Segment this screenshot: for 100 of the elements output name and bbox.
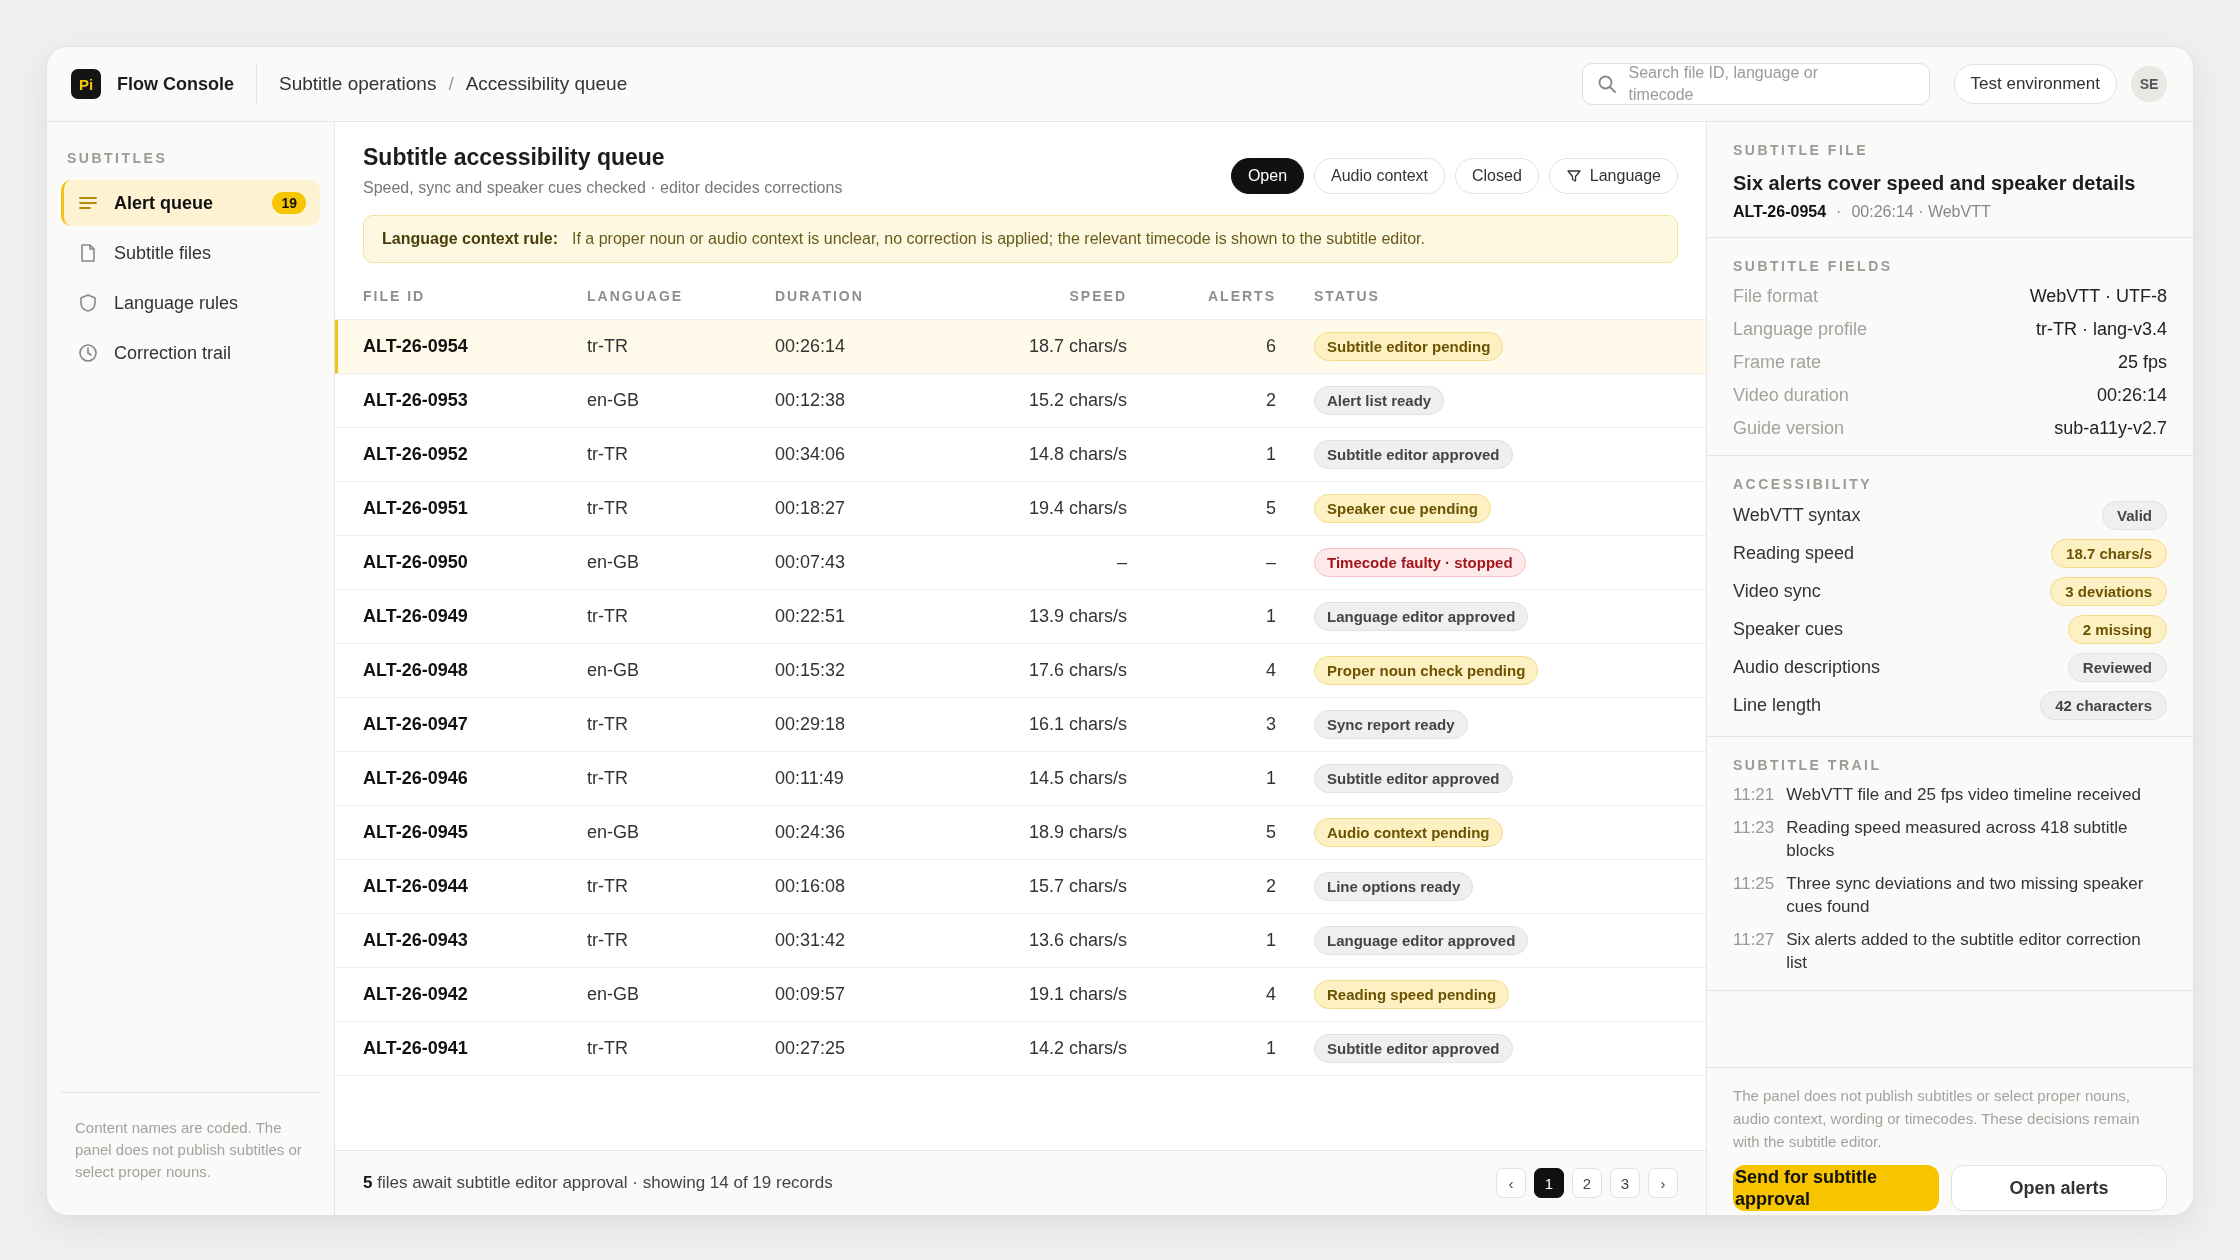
status-badge: Subtitle editor pending	[1314, 332, 1504, 361]
table-row[interactable]: ALT-26-0949 tr-TR 00:22:51 13.9 chars/s 1 Language editor approved	[335, 590, 1706, 644]
breadcrumb-separator: /	[448, 73, 454, 95]
next-page-button[interactable]: ›	[1648, 1168, 1678, 1198]
filter-button[interactable]: Language	[1548, 158, 1678, 194]
check-badge: 2 missing	[2067, 615, 2167, 644]
field-value: tr-TR · lang-v3.4	[2035, 319, 2167, 340]
table-cell-text: 00:22:51	[775, 606, 847, 627]
table-cell-text: 18.7 chars/s	[1027, 336, 1127, 357]
status-badge: Timecode faulty · stopped	[1314, 548, 1526, 577]
table-row[interactable]: ALT-26-0945 en-GB 00:24:36 18.9 chars/s 5 Audio context pending	[335, 806, 1706, 860]
table-row[interactable]: ALT-26-0953 en-GB 00:12:38 15.2 chars/s 2 Alert list ready	[335, 374, 1706, 428]
table-cell-text: 4	[1265, 984, 1276, 1005]
table-cell-text: 00:18:27	[775, 498, 847, 519]
table-cell-text: 00:12:38	[775, 390, 847, 411]
column-header: ALERTS	[1207, 288, 1276, 304]
rule-text: If a proper noun or audio context is unclear, no correction is applied; the relevant timecode is shown to the subtitle editor.	[572, 230, 1425, 248]
panel-note: The panel does not publish subtitles or select proper nouns, audio context, wording or timecodes. These decisions remain with the subtitle editor.	[1733, 1086, 2141, 1152]
table-row[interactable]: ALT-26-0948 en-GB 00:15:32 17.6 chars/s 4 Proper noun check pending	[335, 644, 1706, 698]
page-button[interactable]: 2	[1572, 1168, 1602, 1198]
breadcrumb-link[interactable]: Subtitle operations	[279, 73, 437, 95]
table-cell-text: 1	[1265, 444, 1276, 465]
status-badge: Sync report ready	[1314, 710, 1468, 739]
table-row[interactable]: ALT-26-0946 tr-TR 00:11:49 14.5 chars/s 1 Subtitle editor approved	[335, 752, 1706, 806]
queue-title: Subtitle accessibility queue	[363, 144, 666, 171]
table-row[interactable]: ALT-26-0943 tr-TR 00:31:42 13.6 chars/s 1 Language editor approved	[335, 914, 1706, 968]
column-header: DURATION	[775, 288, 865, 304]
file-id: ALT-26-0954	[1733, 203, 1827, 221]
filter-chip[interactable]: Audio context	[1314, 158, 1445, 194]
table-row[interactable]: ALT-26-0952 tr-TR 00:34:06 14.8 chars/s 1 Subtitle editor approved	[335, 428, 1706, 482]
table-cell-text: 15.7 chars/s	[1027, 876, 1127, 897]
table-cell-text: ALT-26-0951	[363, 498, 469, 519]
table-cell-text: ALT-26-0950	[363, 552, 469, 573]
document-icon	[78, 243, 98, 263]
table-row[interactable]: ALT-26-0954 tr-TR 00:26:14 18.7 chars/s 6 Subtitle editor pending	[335, 320, 1706, 374]
table-row[interactable]: ALT-26-0947 tr-TR 00:29:18 16.1 chars/s 3 Sync report ready	[335, 698, 1706, 752]
environment-button[interactable]: Test environment	[1953, 64, 2117, 104]
clock-icon	[78, 343, 98, 363]
section-heading: SUBTITLES	[66, 150, 169, 168]
table-cell-text: ALT-26-0947	[363, 714, 469, 735]
check-badge: 42 characters	[2040, 691, 2167, 720]
table-cell-text: 4	[1265, 660, 1276, 681]
table-row[interactable]: ALT-26-0951 tr-TR 00:18:27 19.4 chars/s 5 Speaker cue pending	[335, 482, 1706, 536]
table-cell-text: 16.1 chars/s	[1027, 714, 1127, 735]
app-name: Flow Console	[117, 73, 234, 95]
table-row[interactable]: ALT-26-0950 en-GB 00:07:43 – – Timecode faulty · stopped	[335, 536, 1706, 590]
table-cell-text: en-GB	[587, 552, 641, 573]
table-cell-text: –	[1116, 552, 1127, 573]
sidebar-item[interactable]: Subtitle files	[61, 230, 320, 276]
trail-time: 11:25	[1733, 873, 1775, 895]
status-badge: Audio context pending	[1314, 818, 1503, 847]
status-badge: Alert list ready	[1314, 386, 1445, 415]
sidebar-item[interactable]: Alert queue 19	[61, 180, 320, 226]
shield-icon	[78, 293, 98, 313]
table-cell-text: 1	[1265, 768, 1276, 789]
page-button[interactable]: 3	[1610, 1168, 1640, 1198]
table-cell-text: 15.2 chars/s	[1027, 390, 1127, 411]
filter-chip[interactable]: Open	[1230, 158, 1305, 194]
section-heading: ACCESSIBILITY	[1733, 476, 1874, 492]
table-cell-text: 18.9 chars/s	[1027, 822, 1127, 843]
table-cell-text: 00:11:49	[775, 768, 845, 789]
table-cell-text: ALT-26-0945	[363, 822, 469, 843]
filter-chip[interactable]: Closed	[1455, 158, 1539, 194]
sidebar-item[interactable]: Language rules	[61, 280, 320, 326]
table-cell-text: ALT-26-0954	[363, 336, 469, 357]
table-cell-text: 00:27:25	[775, 1038, 847, 1059]
table-row[interactable]: ALT-26-0942 en-GB 00:09:57 19.1 chars/s 4 Reading speed pending	[335, 968, 1706, 1022]
trail-entry: Six alerts added to the subtitle editor correction list	[1786, 929, 2142, 974]
status-badge: Proper noun check pending	[1314, 656, 1539, 685]
trail-time: 11:27	[1733, 929, 1775, 951]
search-field[interactable]: Search file ID, language or timecode	[1581, 63, 1930, 105]
field-label: Video duration	[1733, 385, 1849, 406]
trail-entry: Three sync deviations and two missing speaker cues found	[1786, 873, 2145, 918]
previous-page-button[interactable]: ‹	[1496, 1168, 1526, 1198]
check-label: WebVTT syntax	[1733, 505, 1861, 526]
sidebar-item[interactable]: Correction trail	[61, 330, 320, 376]
table-cell-text: tr-TR	[587, 876, 629, 897]
table-cell-text: 19.4 chars/s	[1027, 498, 1127, 519]
table-cell-text: ALT-26-0949	[363, 606, 469, 627]
field-value: 25 fps	[2117, 352, 2167, 373]
page-button[interactable]: 1	[1534, 1168, 1564, 1198]
status-badge: Subtitle editor approved	[1314, 1034, 1513, 1063]
user-avatar[interactable]: SE	[2131, 66, 2167, 102]
table-cell-text: 13.6 chars/s	[1027, 930, 1127, 951]
send-approval-button[interactable]: Send for subtitle approval	[1733, 1165, 1939, 1211]
table-cell-text: en-GB	[587, 822, 641, 843]
field-value: sub-a11y-v2.7	[2054, 418, 2167, 439]
table-cell-text: 00:15:32	[775, 660, 847, 681]
table-row[interactable]: ALT-26-0941 tr-TR 00:27:25 14.2 chars/s 1 Subtitle editor approved	[335, 1022, 1706, 1076]
status-badge: Reading speed pending	[1314, 980, 1510, 1009]
sidebar-note: Content names are coded. The panel does not publish subtitles or select proper nouns.	[61, 1092, 320, 1183]
breadcrumb-link[interactable]: Accessibility queue	[465, 73, 628, 95]
field-label: File format	[1733, 286, 1819, 307]
separator-dot: ·	[1836, 203, 1842, 221]
table-cell-text: tr-TR	[587, 444, 629, 465]
table-row[interactable]: ALT-26-0944 tr-TR 00:16:08 15.7 chars/s 2 Line options ready	[335, 860, 1706, 914]
table-cell-text: 5	[1265, 498, 1276, 519]
table-cell-text: 00:16:08	[775, 876, 847, 897]
open-alerts-button[interactable]: Open alerts	[1951, 1165, 2167, 1211]
search-icon	[1596, 74, 1617, 94]
